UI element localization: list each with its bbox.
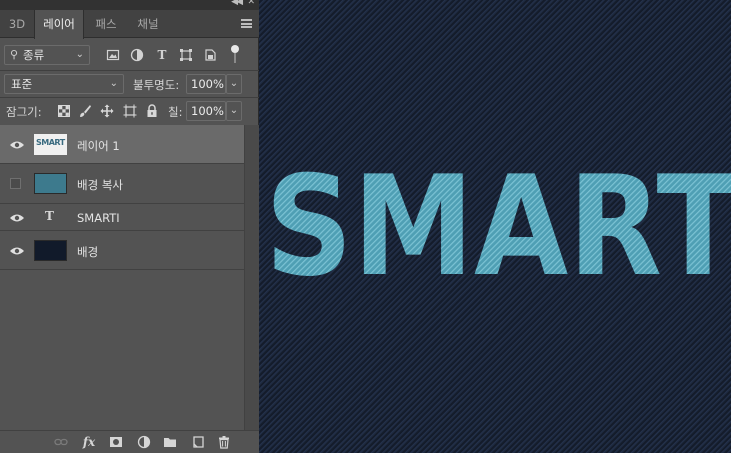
layers-scrollbar[interactable] (244, 125, 259, 430)
chevron-down-icon: ⌄ (75, 49, 84, 60)
eye-icon[interactable] (9, 246, 25, 256)
toggle-rail (234, 53, 236, 63)
smart-object-filter-icon[interactable] (203, 48, 217, 62)
new-adjustment-layer-icon[interactable] (137, 435, 151, 449)
lock-all-icon[interactable] (145, 104, 159, 118)
new-group-folder-icon[interactable] (163, 435, 177, 449)
layer-name[interactable]: SMARTI (77, 211, 120, 225)
eye-icon[interactable] (9, 213, 25, 223)
layer-row[interactable]: SMART 레이어 1 (0, 125, 244, 164)
layer-name[interactable]: 배경 (77, 244, 98, 260)
divider (0, 97, 259, 98)
layers-bottom-toolbar: fx (0, 430, 259, 453)
visibility-toggle-off[interactable] (10, 178, 21, 189)
panel-tab-bar: 3D 레이어 패스 채널 (0, 10, 259, 39)
toggle-knob (231, 45, 239, 53)
panel-menu-icon[interactable] (241, 19, 252, 28)
search-icon: ⚲ (10, 48, 19, 61)
type-layer-icon: T (45, 209, 54, 223)
lock-image-pixels-brush-icon[interactable] (78, 104, 92, 118)
fill-input[interactable]: 100% (186, 101, 226, 121)
opacity-input[interactable]: 100% (186, 74, 226, 94)
adjustment-filter-icon[interactable] (130, 48, 144, 62)
lock-position-move-icon[interactable] (100, 104, 114, 118)
fill-slider-toggle[interactable]: ⌄ (226, 101, 242, 121)
blend-mode-label: 표준 (11, 77, 33, 91)
filter-kind-dropdown[interactable]: ⚲ 종류 ⌄ (4, 45, 90, 65)
lock-transparent-pixels-icon[interactable] (57, 104, 71, 118)
canvas-artwork: SMARTI (265, 146, 731, 307)
lock-label: 잠그기: (6, 105, 42, 119)
lock-artboard-icon[interactable] (123, 104, 137, 118)
filter-kind-label: 종류 (23, 48, 45, 62)
thumbnail-text: SMART (36, 138, 65, 147)
tab-channels[interactable]: 채널 (128, 10, 168, 38)
layer-name[interactable]: 배경 복사 (77, 177, 123, 193)
document-canvas[interactable]: SMARTI (259, 0, 731, 453)
layer-row[interactable]: 배경 (0, 231, 244, 270)
layer-thumbnail: SMART (34, 134, 67, 155)
layer-name[interactable]: 레이어 1 (77, 138, 120, 154)
blend-mode-dropdown[interactable]: 표준 ⌄ (4, 74, 124, 94)
type-filter-icon[interactable]: T (155, 48, 169, 62)
fx-layer-style-icon[interactable]: fx (82, 435, 96, 449)
panel-collapse-bar: ◀◀ ✕ (0, 0, 259, 10)
trash-delete-icon[interactable] (217, 435, 231, 449)
tab-3d[interactable]: 3D (0, 10, 34, 38)
shape-filter-icon[interactable] (179, 48, 193, 62)
link-layers-icon[interactable] (54, 435, 68, 449)
chevron-down-icon: ⌄ (109, 78, 118, 89)
close-icon[interactable]: ✕ (247, 0, 255, 7)
new-layer-icon[interactable] (191, 435, 205, 449)
eye-icon[interactable] (9, 140, 25, 150)
collapse-arrows-icon[interactable]: ◀◀ (231, 0, 243, 7)
tab-layers[interactable]: 레이어 (34, 10, 84, 39)
layer-row[interactable]: 배경 복사 (0, 164, 244, 204)
canvas-smarti-text: SMARTI (265, 146, 731, 307)
opacity-slider-toggle[interactable]: ⌄ (226, 74, 242, 94)
layers-panel: ◀◀ ✕ 3D 레이어 패스 채널 ⚲ 종류 ⌄ T 표준 ⌄ 불투명도: 10… (0, 0, 259, 453)
divider (0, 70, 259, 71)
filter-toggle-switch[interactable] (231, 45, 239, 65)
layer-thumbnail (34, 240, 67, 261)
add-mask-icon[interactable] (109, 435, 123, 449)
layer-thumbnail (34, 173, 67, 194)
opacity-label: 불투명도: (133, 78, 180, 92)
layer-row[interactable]: T SMARTI (0, 204, 244, 231)
fill-label: 칠: (168, 105, 183, 119)
image-filter-icon[interactable] (106, 48, 120, 62)
tab-paths[interactable]: 패스 (84, 10, 128, 38)
